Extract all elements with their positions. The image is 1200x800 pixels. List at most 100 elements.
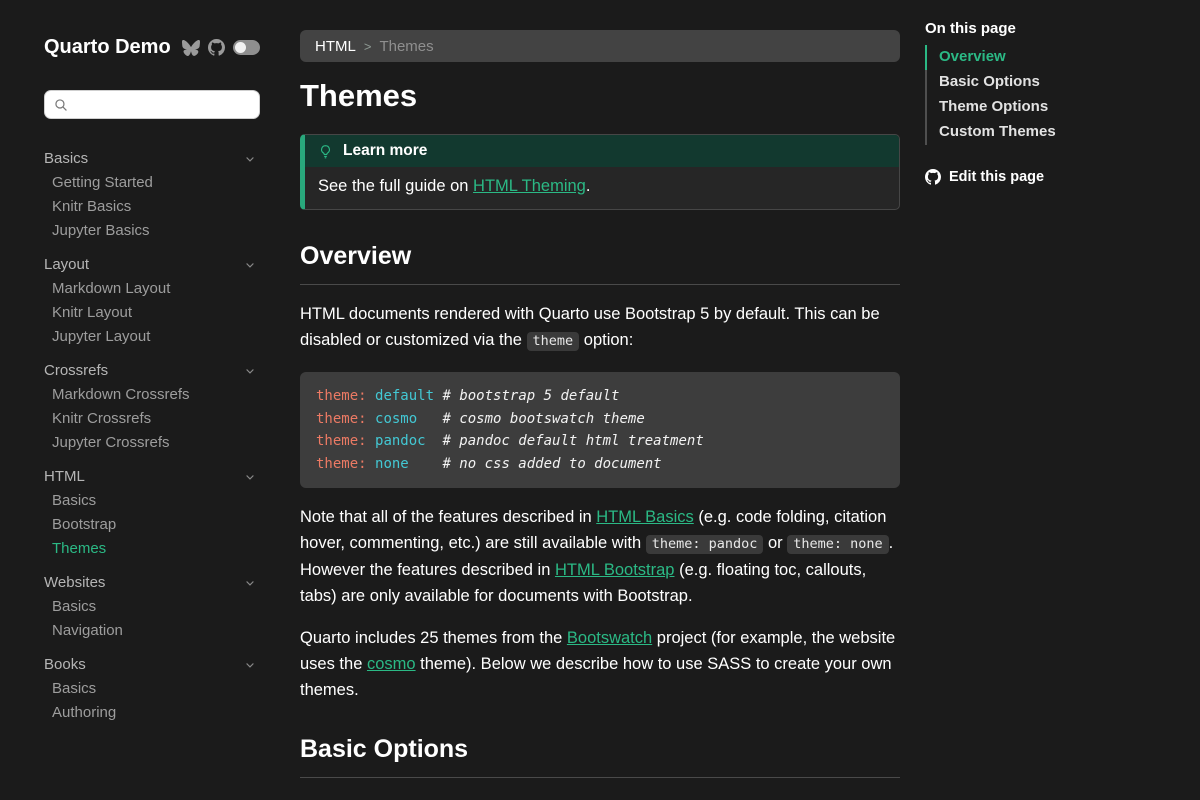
- code-token-comment: # cosmo bootswatch theme: [442, 411, 644, 427]
- callout-title: Learn more: [343, 142, 427, 160]
- dark-mode-toggle[interactable]: [233, 40, 260, 55]
- section-title: Layout: [44, 252, 89, 277]
- toc-heading: On this page: [925, 20, 1200, 37]
- code-token-comment: # pandoc default html treatment: [442, 433, 703, 449]
- inline-code: theme: pandoc: [646, 535, 764, 554]
- code-token-key: theme:: [316, 388, 375, 404]
- sidebar-item-jupyter-crossrefs[interactable]: Jupyter Crossrefs: [44, 431, 272, 455]
- github-icon: [925, 169, 941, 185]
- code-line: theme: default # bootstrap 5 default: [316, 385, 884, 408]
- inline-link[interactable]: HTML Bootstrap: [555, 561, 675, 579]
- sidebar-item-themes[interactable]: Themes: [44, 537, 272, 561]
- code-token-comment: # bootstrap 5 default: [442, 388, 619, 404]
- sidebar-item-getting-started[interactable]: Getting Started: [44, 171, 272, 195]
- inline-link[interactable]: HTML Basics: [596, 508, 694, 526]
- inline-link[interactable]: cosmo: [367, 655, 416, 673]
- nav-section-basics: Basics Getting Started Knitr Basics Jupy…: [44, 146, 272, 243]
- sidebar-item-html-basics[interactable]: Basics: [44, 489, 272, 513]
- main-content: HTML > Themes Themes Learn more See the …: [300, 0, 900, 800]
- search-icon: [54, 98, 68, 112]
- learn-more-callout: Learn more See the full guide on HTML Th…: [300, 134, 900, 210]
- chevron-down-icon: [244, 153, 256, 165]
- sidebar-item-bootstrap[interactable]: Bootstrap: [44, 513, 272, 537]
- code-token-key: theme:: [316, 456, 375, 472]
- sidebar-item-knitr-layout[interactable]: Knitr Layout: [44, 301, 272, 325]
- overview-heading: Overview: [300, 242, 900, 285]
- inline-link[interactable]: HTML Theming: [473, 177, 586, 195]
- toc-item-theme-options[interactable]: Theme Options: [925, 95, 1200, 120]
- sidebar-item-authoring[interactable]: Authoring: [44, 701, 272, 725]
- nav-section-layout: Layout Markdown Layout Knitr Layout Jupy…: [44, 252, 272, 349]
- code-token-value: default: [375, 388, 434, 404]
- text-segment: [426, 433, 443, 449]
- sidebar-section-basics[interactable]: Basics: [44, 146, 256, 171]
- text-segment: Note that all of the features described …: [300, 508, 596, 526]
- left-sidebar: Quarto Demo Basics Getting Started Knitr…: [0, 0, 290, 800]
- text-segment: See the full guide on: [318, 177, 473, 195]
- text-segment: [409, 456, 443, 472]
- github-icon[interactable]: [208, 39, 225, 56]
- toc-item-custom-themes[interactable]: Custom Themes: [925, 120, 1200, 145]
- sidebar-item-websites-basics[interactable]: Basics: [44, 595, 272, 619]
- code-token-value: pandoc: [375, 433, 426, 449]
- breadcrumb: HTML > Themes: [300, 30, 900, 62]
- sidebar-section-html[interactable]: HTML: [44, 464, 256, 489]
- nav-section-books: Books Basics Authoring: [44, 652, 272, 725]
- text-segment: or: [763, 534, 787, 552]
- bluesky-icon[interactable]: [182, 39, 200, 57]
- brand-icons: [182, 39, 260, 57]
- toc-list: Overview Basic Options Theme Options Cus…: [925, 45, 1200, 145]
- paragraph: Pandoc supports a set of basic metadata …: [300, 794, 900, 800]
- text-segment: option:: [579, 331, 633, 349]
- brand-row: Quarto Demo: [44, 36, 272, 59]
- sidebar-section-websites[interactable]: Websites: [44, 570, 256, 595]
- code-line: theme: none # no css added to document: [316, 453, 884, 476]
- toc-sidebar: On this page Overview Basic Options Them…: [900, 0, 1200, 800]
- paragraph: Note that all of the features described …: [300, 504, 900, 609]
- toc-item-basic-options[interactable]: Basic Options: [925, 70, 1200, 95]
- nav-section-html: HTML Basics Bootstrap Themes: [44, 464, 272, 561]
- breadcrumb-separator: >: [364, 39, 372, 54]
- chevron-down-icon: [244, 365, 256, 377]
- sidebar-section-layout[interactable]: Layout: [44, 252, 256, 277]
- sidebar-item-knitr-crossrefs[interactable]: Knitr Crossrefs: [44, 407, 272, 431]
- section-title: Websites: [44, 570, 105, 595]
- section-title: Basics: [44, 146, 88, 171]
- code-token-comment: # no css added to document: [442, 456, 661, 472]
- paragraph: Quarto includes 25 themes from the Boots…: [300, 625, 900, 703]
- sidebar-item-navigation[interactable]: Navigation: [44, 619, 272, 643]
- lightbulb-icon: [318, 144, 333, 159]
- paragraph: HTML documents rendered with Quarto use …: [300, 301, 900, 354]
- code-line: theme: pandoc # pandoc default html trea…: [316, 430, 884, 453]
- callout-body: See the full guide on HTML Theming.: [305, 167, 899, 209]
- callout-header: Learn more: [305, 135, 899, 167]
- site-title: Quarto Demo: [44, 36, 171, 59]
- breadcrumb-link-html[interactable]: HTML: [315, 38, 356, 55]
- code-token-value: cosmo: [375, 411, 417, 427]
- section-title: Crossrefs: [44, 358, 108, 383]
- sidebar-item-knitr-basics[interactable]: Knitr Basics: [44, 195, 272, 219]
- nav-section-websites: Websites Basics Navigation: [44, 570, 272, 643]
- section-title: HTML: [44, 464, 85, 489]
- sidebar-section-books[interactable]: Books: [44, 652, 256, 677]
- sidebar-section-crossrefs[interactable]: Crossrefs: [44, 358, 256, 383]
- basic-options-heading: Basic Options: [300, 735, 900, 778]
- search-box[interactable]: [44, 90, 260, 119]
- nav-section-crossrefs: Crossrefs Markdown Crossrefs Knitr Cross…: [44, 358, 272, 455]
- toc-item-overview[interactable]: Overview: [925, 45, 1200, 70]
- code-block: theme: default # bootstrap 5 defaultthem…: [300, 372, 900, 488]
- inline-link[interactable]: Bootswatch: [567, 629, 652, 647]
- text-segment: Quarto includes 25 themes from the: [300, 629, 567, 647]
- sidebar-item-books-basics[interactable]: Basics: [44, 677, 272, 701]
- search-input[interactable]: [74, 97, 250, 113]
- sidebar-item-markdown-crossrefs[interactable]: Markdown Crossrefs: [44, 383, 272, 407]
- edit-this-page-link[interactable]: Edit this page: [925, 169, 1200, 185]
- page-title: Themes: [300, 78, 900, 114]
- chevron-down-icon: [244, 577, 256, 589]
- text-segment: .: [586, 177, 591, 195]
- sidebar-item-markdown-layout[interactable]: Markdown Layout: [44, 277, 272, 301]
- sidebar-item-jupyter-layout[interactable]: Jupyter Layout: [44, 325, 272, 349]
- code-token-value: none: [375, 456, 409, 472]
- sidebar-item-jupyter-basics[interactable]: Jupyter Basics: [44, 219, 272, 243]
- code-line: theme: cosmo # cosmo bootswatch theme: [316, 408, 884, 431]
